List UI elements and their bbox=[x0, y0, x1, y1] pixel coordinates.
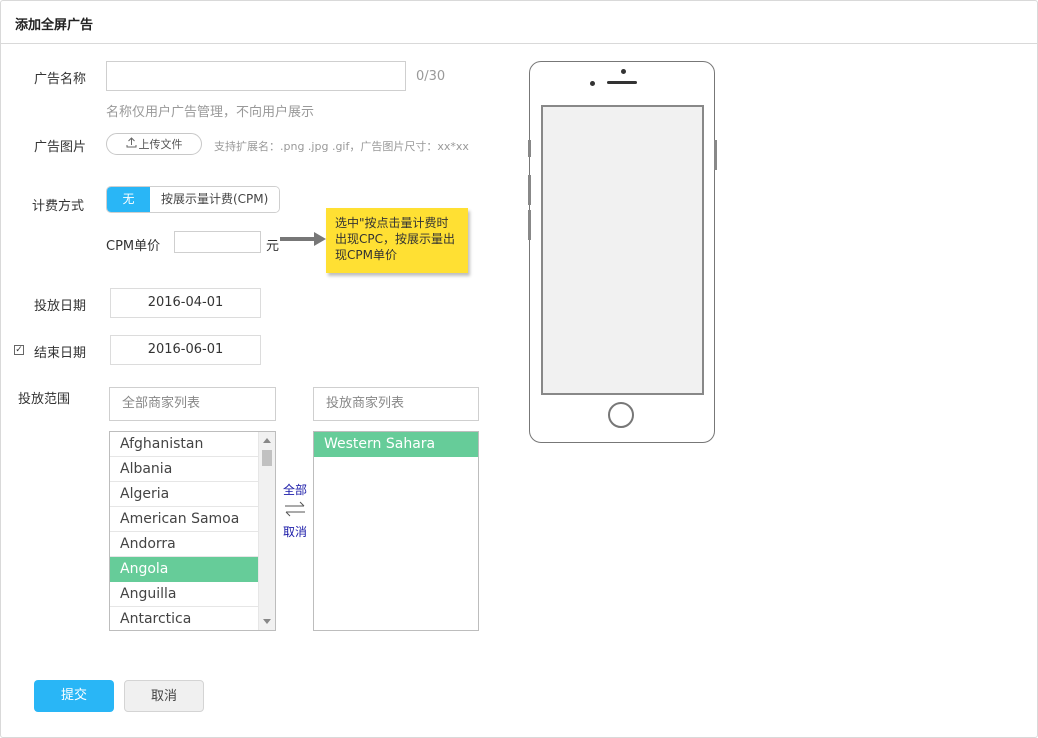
list-item-selected[interactable]: Angola bbox=[110, 557, 258, 582]
end-date-input[interactable]: 2016-06-01 bbox=[110, 335, 261, 365]
scroll-down-icon[interactable] bbox=[263, 619, 271, 624]
transfer-all-link[interactable]: 全部 bbox=[283, 481, 307, 498]
cpm-price-label: CPM单价 bbox=[106, 239, 161, 254]
list-item[interactable]: Afghanistan bbox=[110, 432, 258, 457]
transfer-arrows-icon bbox=[285, 501, 305, 517]
list-item[interactable]: Anguilla bbox=[110, 582, 258, 607]
upload-file-label: 上传文件 bbox=[138, 138, 183, 151]
ad-image-label: 广告图片 bbox=[34, 140, 87, 155]
end-date-label: 结束日期 bbox=[34, 346, 87, 361]
start-date-input[interactable]: 2016-04-01 bbox=[110, 288, 261, 318]
panel-header: 添加全屏广告 bbox=[1, 1, 1037, 44]
ad-name-counter: 0/30 bbox=[416, 69, 446, 84]
phone-volume-up bbox=[528, 175, 531, 205]
billing-segmented-control: 无 按展示量计费(CPM) bbox=[106, 186, 281, 213]
phone-speaker-icon bbox=[607, 81, 637, 84]
transfer-cancel-link[interactable]: 取消 bbox=[283, 523, 307, 540]
submit-button[interactable]: 提交 bbox=[34, 680, 114, 712]
scroll-up-icon[interactable] bbox=[263, 438, 271, 443]
list-item[interactable]: Antarctica bbox=[110, 607, 258, 630]
ad-name-hint: 名称仅用户广告管理，不向用户展示 bbox=[106, 105, 315, 120]
all-merchants-list[interactable]: Afghanistan Albania Algeria American Sam… bbox=[109, 431, 276, 631]
ad-name-input[interactable] bbox=[106, 61, 406, 91]
list-item[interactable]: Andorra bbox=[110, 532, 258, 557]
phone-home-button-icon bbox=[608, 402, 634, 428]
phone-mute-switch bbox=[528, 140, 531, 157]
upload-file-button[interactable]: 上传文件 bbox=[106, 133, 202, 155]
cpm-price-input[interactable] bbox=[174, 231, 261, 253]
page-title: 添加全屏广告 bbox=[15, 18, 94, 33]
phone-screen bbox=[541, 105, 704, 395]
phone-sensor-icon bbox=[590, 81, 595, 86]
billing-option-cpm[interactable]: 按展示量计费(CPM) bbox=[150, 187, 280, 212]
billing-option-none[interactable]: 无 bbox=[107, 187, 150, 212]
list-item[interactable]: Algeria bbox=[110, 482, 258, 507]
list-scrollbar[interactable] bbox=[258, 432, 275, 630]
phone-volume-down bbox=[528, 210, 531, 240]
upload-hint: 支持扩展名：.png .jpg .gif，广告图片尺寸：xx*xx bbox=[214, 140, 469, 153]
phone-preview bbox=[529, 61, 715, 443]
annotation-note: 选中"按点击量计费时出现CPC，按展示量出现CPM单价 bbox=[326, 208, 468, 273]
cpm-unit-label: 元 bbox=[266, 239, 280, 254]
cancel-button[interactable]: 取消 bbox=[124, 680, 204, 712]
all-merchants-search[interactable]: 全部商家列表 bbox=[109, 387, 276, 421]
upload-icon bbox=[126, 137, 137, 151]
target-merchants-search[interactable]: 投放商家列表 bbox=[313, 387, 479, 421]
list-item[interactable]: Albania bbox=[110, 457, 258, 482]
target-merchants-list[interactable]: Western Sahara bbox=[313, 431, 479, 631]
start-date-label: 投放日期 bbox=[34, 299, 87, 314]
phone-camera-icon bbox=[621, 69, 626, 74]
end-date-checkbox[interactable]: ✓ bbox=[14, 345, 24, 355]
list-item-selected[interactable]: Western Sahara bbox=[314, 432, 478, 457]
range-label: 投放范围 bbox=[18, 392, 71, 407]
scroll-thumb[interactable] bbox=[262, 450, 272, 466]
list-item[interactable]: American Samoa bbox=[110, 507, 258, 532]
billing-label: 计费方式 bbox=[32, 199, 85, 214]
ad-name-label: 广告名称 bbox=[34, 72, 87, 87]
annotation-arrow-icon bbox=[280, 232, 326, 246]
phone-power-button bbox=[714, 140, 717, 170]
